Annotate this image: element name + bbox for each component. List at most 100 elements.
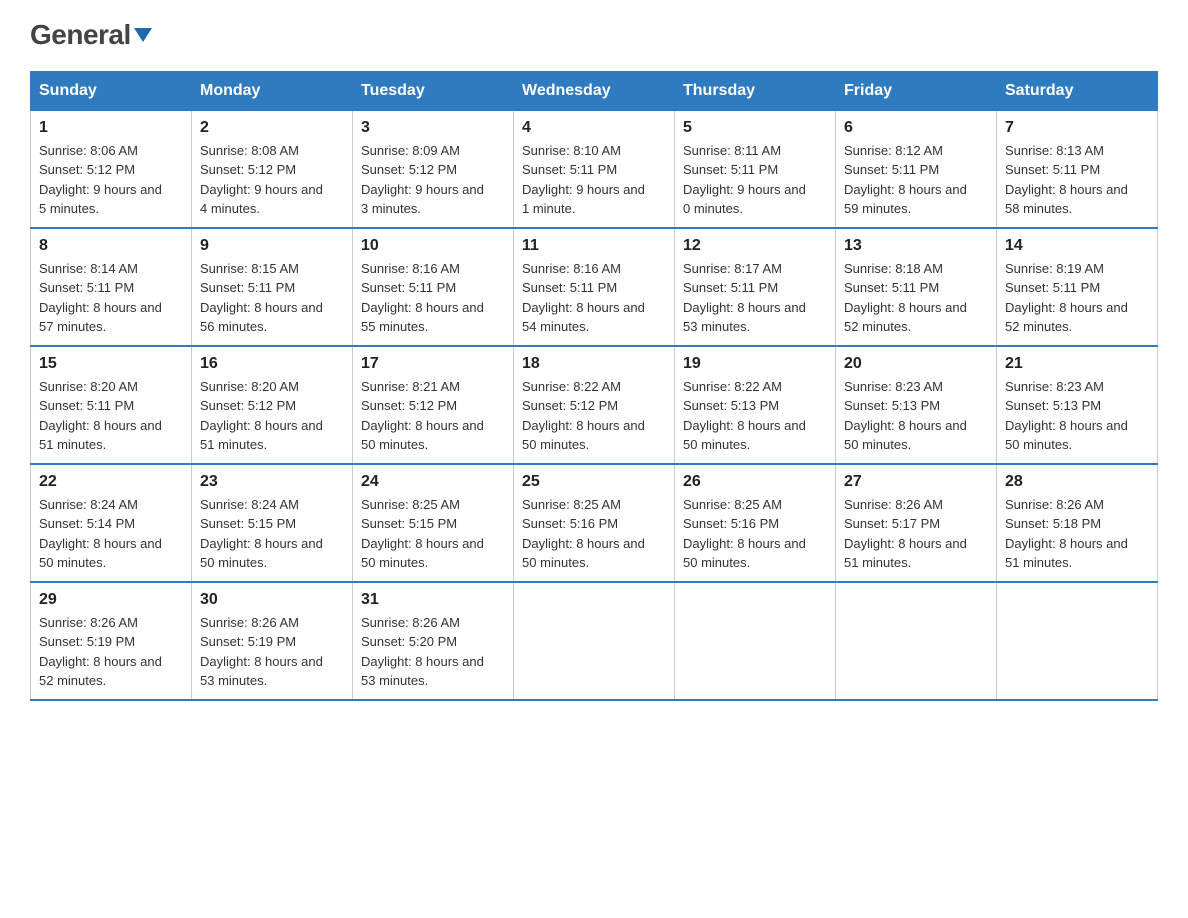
calendar-cell: 29 Sunrise: 8:26 AM Sunset: 5:19 PM Dayl… — [31, 582, 192, 700]
day-number: 1 — [39, 119, 183, 137]
day-info: Sunrise: 8:26 AM Sunset: 5:18 PM Dayligh… — [1005, 495, 1149, 573]
day-number: 30 — [200, 591, 344, 609]
day-number: 7 — [1005, 119, 1149, 137]
day-number: 19 — [683, 355, 827, 373]
day-info: Sunrise: 8:21 AM Sunset: 5:12 PM Dayligh… — [361, 377, 505, 455]
page-header: General — [30, 20, 1158, 51]
day-info: Sunrise: 8:23 AM Sunset: 5:13 PM Dayligh… — [1005, 377, 1149, 455]
calendar-cell: 9 Sunrise: 8:15 AM Sunset: 5:11 PM Dayli… — [192, 228, 353, 346]
col-header-sunday: Sunday — [31, 71, 192, 110]
day-info: Sunrise: 8:09 AM Sunset: 5:12 PM Dayligh… — [361, 141, 505, 219]
calendar-cell: 4 Sunrise: 8:10 AM Sunset: 5:11 PM Dayli… — [514, 110, 675, 228]
day-info: Sunrise: 8:20 AM Sunset: 5:11 PM Dayligh… — [39, 377, 183, 455]
col-header-friday: Friday — [836, 71, 997, 110]
day-number: 27 — [844, 473, 988, 491]
day-info: Sunrise: 8:25 AM Sunset: 5:15 PM Dayligh… — [361, 495, 505, 573]
day-info: Sunrise: 8:23 AM Sunset: 5:13 PM Dayligh… — [844, 377, 988, 455]
calendar-cell — [675, 582, 836, 700]
calendar-cell: 31 Sunrise: 8:26 AM Sunset: 5:20 PM Dayl… — [353, 582, 514, 700]
day-number: 10 — [361, 237, 505, 255]
day-number: 5 — [683, 119, 827, 137]
col-header-tuesday: Tuesday — [353, 71, 514, 110]
calendar-cell: 22 Sunrise: 8:24 AM Sunset: 5:14 PM Dayl… — [31, 464, 192, 582]
day-info: Sunrise: 8:20 AM Sunset: 5:12 PM Dayligh… — [200, 377, 344, 455]
day-info: Sunrise: 8:25 AM Sunset: 5:16 PM Dayligh… — [522, 495, 666, 573]
calendar-cell: 18 Sunrise: 8:22 AM Sunset: 5:12 PM Dayl… — [514, 346, 675, 464]
day-info: Sunrise: 8:22 AM Sunset: 5:12 PM Dayligh… — [522, 377, 666, 455]
calendar-week-row: 22 Sunrise: 8:24 AM Sunset: 5:14 PM Dayl… — [31, 464, 1158, 582]
calendar-cell: 8 Sunrise: 8:14 AM Sunset: 5:11 PM Dayli… — [31, 228, 192, 346]
day-number: 2 — [200, 119, 344, 137]
calendar-week-row: 15 Sunrise: 8:20 AM Sunset: 5:11 PM Dayl… — [31, 346, 1158, 464]
calendar-cell: 20 Sunrise: 8:23 AM Sunset: 5:13 PM Dayl… — [836, 346, 997, 464]
day-number: 3 — [361, 119, 505, 137]
day-number: 11 — [522, 237, 666, 255]
col-header-saturday: Saturday — [997, 71, 1158, 110]
logo-line1: General — [30, 20, 152, 51]
day-info: Sunrise: 8:16 AM Sunset: 5:11 PM Dayligh… — [522, 259, 666, 337]
calendar-cell: 2 Sunrise: 8:08 AM Sunset: 5:12 PM Dayli… — [192, 110, 353, 228]
calendar-cell — [997, 582, 1158, 700]
col-header-monday: Monday — [192, 71, 353, 110]
calendar-cell: 14 Sunrise: 8:19 AM Sunset: 5:11 PM Dayl… — [997, 228, 1158, 346]
day-number: 24 — [361, 473, 505, 491]
day-info: Sunrise: 8:11 AM Sunset: 5:11 PM Dayligh… — [683, 141, 827, 219]
calendar-cell: 24 Sunrise: 8:25 AM Sunset: 5:15 PM Dayl… — [353, 464, 514, 582]
calendar-cell: 30 Sunrise: 8:26 AM Sunset: 5:19 PM Dayl… — [192, 582, 353, 700]
day-number: 28 — [1005, 473, 1149, 491]
day-info: Sunrise: 8:26 AM Sunset: 5:19 PM Dayligh… — [200, 613, 344, 691]
calendar-week-row: 1 Sunrise: 8:06 AM Sunset: 5:12 PM Dayli… — [31, 110, 1158, 228]
calendar-cell: 6 Sunrise: 8:12 AM Sunset: 5:11 PM Dayli… — [836, 110, 997, 228]
day-number: 21 — [1005, 355, 1149, 373]
day-number: 13 — [844, 237, 988, 255]
calendar-cell: 23 Sunrise: 8:24 AM Sunset: 5:15 PM Dayl… — [192, 464, 353, 582]
day-number: 12 — [683, 237, 827, 255]
calendar-cell — [836, 582, 997, 700]
day-number: 4 — [522, 119, 666, 137]
calendar-cell: 12 Sunrise: 8:17 AM Sunset: 5:11 PM Dayl… — [675, 228, 836, 346]
calendar-cell: 16 Sunrise: 8:20 AM Sunset: 5:12 PM Dayl… — [192, 346, 353, 464]
day-info: Sunrise: 8:12 AM Sunset: 5:11 PM Dayligh… — [844, 141, 988, 219]
day-number: 15 — [39, 355, 183, 373]
day-info: Sunrise: 8:08 AM Sunset: 5:12 PM Dayligh… — [200, 141, 344, 219]
day-info: Sunrise: 8:14 AM Sunset: 5:11 PM Dayligh… — [39, 259, 183, 337]
calendar-cell: 27 Sunrise: 8:26 AM Sunset: 5:17 PM Dayl… — [836, 464, 997, 582]
day-info: Sunrise: 8:19 AM Sunset: 5:11 PM Dayligh… — [1005, 259, 1149, 337]
calendar-cell: 11 Sunrise: 8:16 AM Sunset: 5:11 PM Dayl… — [514, 228, 675, 346]
calendar-cell: 26 Sunrise: 8:25 AM Sunset: 5:16 PM Dayl… — [675, 464, 836, 582]
day-number: 17 — [361, 355, 505, 373]
calendar-cell: 3 Sunrise: 8:09 AM Sunset: 5:12 PM Dayli… — [353, 110, 514, 228]
calendar-week-row: 8 Sunrise: 8:14 AM Sunset: 5:11 PM Dayli… — [31, 228, 1158, 346]
calendar-cell — [514, 582, 675, 700]
calendar-cell: 7 Sunrise: 8:13 AM Sunset: 5:11 PM Dayli… — [997, 110, 1158, 228]
day-number: 6 — [844, 119, 988, 137]
calendar-cell: 13 Sunrise: 8:18 AM Sunset: 5:11 PM Dayl… — [836, 228, 997, 346]
day-number: 23 — [200, 473, 344, 491]
day-number: 16 — [200, 355, 344, 373]
day-info: Sunrise: 8:26 AM Sunset: 5:17 PM Dayligh… — [844, 495, 988, 573]
day-info: Sunrise: 8:16 AM Sunset: 5:11 PM Dayligh… — [361, 259, 505, 337]
calendar-week-row: 29 Sunrise: 8:26 AM Sunset: 5:19 PM Dayl… — [31, 582, 1158, 700]
col-header-wednesday: Wednesday — [514, 71, 675, 110]
day-number: 26 — [683, 473, 827, 491]
day-info: Sunrise: 8:22 AM Sunset: 5:13 PM Dayligh… — [683, 377, 827, 455]
day-number: 8 — [39, 237, 183, 255]
day-number: 22 — [39, 473, 183, 491]
day-info: Sunrise: 8:26 AM Sunset: 5:19 PM Dayligh… — [39, 613, 183, 691]
col-header-thursday: Thursday — [675, 71, 836, 110]
calendar-cell: 15 Sunrise: 8:20 AM Sunset: 5:11 PM Dayl… — [31, 346, 192, 464]
calendar-header-row: SundayMondayTuesdayWednesdayThursdayFrid… — [31, 71, 1158, 110]
calendar-cell: 19 Sunrise: 8:22 AM Sunset: 5:13 PM Dayl… — [675, 346, 836, 464]
day-info: Sunrise: 8:25 AM Sunset: 5:16 PM Dayligh… — [683, 495, 827, 573]
day-info: Sunrise: 8:15 AM Sunset: 5:11 PM Dayligh… — [200, 259, 344, 337]
calendar-cell: 28 Sunrise: 8:26 AM Sunset: 5:18 PM Dayl… — [997, 464, 1158, 582]
day-info: Sunrise: 8:06 AM Sunset: 5:12 PM Dayligh… — [39, 141, 183, 219]
calendar-table: SundayMondayTuesdayWednesdayThursdayFrid… — [30, 71, 1158, 701]
day-info: Sunrise: 8:24 AM Sunset: 5:14 PM Dayligh… — [39, 495, 183, 573]
calendar-cell: 5 Sunrise: 8:11 AM Sunset: 5:11 PM Dayli… — [675, 110, 836, 228]
day-info: Sunrise: 8:26 AM Sunset: 5:20 PM Dayligh… — [361, 613, 505, 691]
calendar-cell: 17 Sunrise: 8:21 AM Sunset: 5:12 PM Dayl… — [353, 346, 514, 464]
day-info: Sunrise: 8:24 AM Sunset: 5:15 PM Dayligh… — [200, 495, 344, 573]
day-number: 18 — [522, 355, 666, 373]
calendar-cell: 1 Sunrise: 8:06 AM Sunset: 5:12 PM Dayli… — [31, 110, 192, 228]
